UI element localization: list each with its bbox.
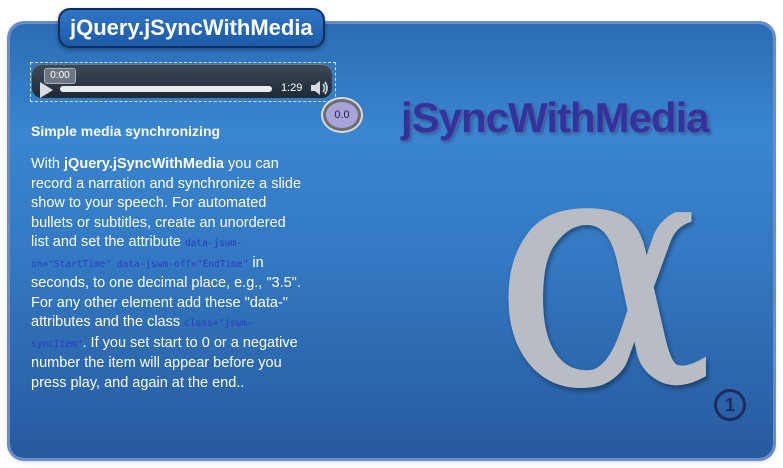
page-title: jQuery.jSyncWithMedia [58, 8, 325, 48]
description-text: With jQuery.jSyncWithMedia you can recor… [31, 155, 303, 393]
version-badge: 1 [714, 389, 746, 421]
section-subtitle: Simple media synchronizing [31, 123, 221, 139]
media-player-frame: 0:00 1:29 [30, 62, 336, 102]
sync-time-badge: 0.0 [323, 99, 361, 131]
audio-player[interactable]: 0:00 1:29 [32, 64, 332, 98]
progress-track[interactable] [60, 86, 272, 92]
duration-display: 1:29 [281, 82, 303, 94]
play-icon[interactable] [40, 82, 53, 98]
volume-icon[interactable] [310, 80, 330, 96]
plugin-name: jQuery.jSyncWithMedia [64, 156, 224, 172]
text-fragment: With [31, 156, 65, 172]
alpha-logo-icon: α [492, 78, 715, 462]
